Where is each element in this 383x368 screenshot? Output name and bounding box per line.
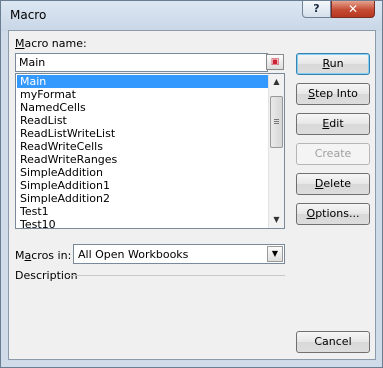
- scroll-down-arrow-icon[interactable]: ▼: [269, 212, 284, 228]
- macro-name-label: Macro name:: [15, 37, 87, 50]
- delete-button[interactable]: Delete: [296, 173, 370, 195]
- macro-dialog: Macro ? ✕ Macro name: Main ▣ Main myForma…: [0, 0, 383, 368]
- macros-in-label-first: M: [15, 249, 25, 262]
- edit-button[interactable]: Edit: [296, 113, 370, 135]
- macro-list-item[interactable]: NamedCells: [17, 101, 268, 114]
- macros-in-value: All Open Workbooks: [78, 248, 189, 261]
- collapse-dialog-icon: ▣: [270, 57, 280, 67]
- macro-name-label-rest: acro name:: [24, 37, 87, 50]
- scroll-up-arrow-icon[interactable]: ▲: [269, 74, 284, 90]
- macro-list-item[interactable]: Main: [17, 75, 268, 88]
- window-title: Macro: [10, 8, 47, 22]
- options-label: ptions...: [315, 207, 360, 220]
- create-label: Create: [314, 147, 352, 160]
- collapse-dialog-button[interactable]: ▣: [266, 54, 284, 70]
- macro-list-item[interactable]: SimpleAddition1: [17, 179, 268, 192]
- run-mnemonic: R: [322, 57, 330, 70]
- macro-list-item[interactable]: ReadList: [17, 114, 268, 127]
- description-divider: [68, 275, 285, 276]
- macros-in-label-rest: cros in:: [31, 249, 72, 262]
- macro-list[interactable]: Main myFormat NamedCells ReadList ReadListWr…: [15, 73, 285, 229]
- macro-list-item[interactable]: ReadListWriteList: [17, 127, 268, 140]
- close-button[interactable]: ✕: [331, 1, 375, 18]
- dialog-body: Macro name: Main ▣ Main myFormat NamedCell…: [8, 30, 376, 360]
- macro-name-input[interactable]: Main: [15, 53, 268, 72]
- chevron-down-icon[interactable]: ▼: [267, 246, 283, 262]
- close-icon: ✕: [347, 2, 359, 16]
- macro-list-item[interactable]: SimpleAddition: [17, 166, 268, 179]
- macro-list-item[interactable]: myFormat: [17, 88, 268, 101]
- run-button[interactable]: Run: [296, 53, 370, 75]
- help-icon: ?: [313, 2, 320, 15]
- help-button[interactable]: ?: [302, 1, 331, 18]
- step-into-label: tep Into: [315, 87, 358, 100]
- macro-list-item[interactable]: Test1: [17, 205, 268, 218]
- macro-list-item[interactable]: ReadWriteRanges: [17, 153, 268, 166]
- scroll-thumb[interactable]: [270, 96, 283, 148]
- run-label: un: [329, 57, 344, 70]
- macros-in-select[interactable]: All Open Workbooks ▼: [73, 244, 285, 264]
- macro-name-value: Main: [19, 56, 46, 69]
- options-mnemonic: O: [306, 207, 316, 220]
- macro-list-item[interactable]: ReadWriteCells: [17, 140, 268, 153]
- vertical-scrollbar[interactable]: ▲ ▼: [268, 74, 284, 228]
- delete-label: elete: [323, 177, 352, 190]
- cancel-label: Cancel: [314, 335, 352, 348]
- macro-list-item[interactable]: Test10: [17, 218, 268, 228]
- macros-in-label: Macros in:: [15, 249, 71, 262]
- macro-name-label-mnemonic: M: [15, 37, 25, 50]
- macro-list-item[interactable]: SimpleAddition2: [17, 192, 268, 205]
- edit-label: dit: [329, 117, 344, 130]
- title-bar: Macro ? ✕: [1, 1, 382, 31]
- create-button[interactable]: Create: [296, 143, 370, 165]
- step-into-button[interactable]: Step Into: [296, 83, 370, 105]
- cancel-button[interactable]: Cancel: [296, 331, 370, 353]
- options-button[interactable]: Options...: [296, 203, 370, 225]
